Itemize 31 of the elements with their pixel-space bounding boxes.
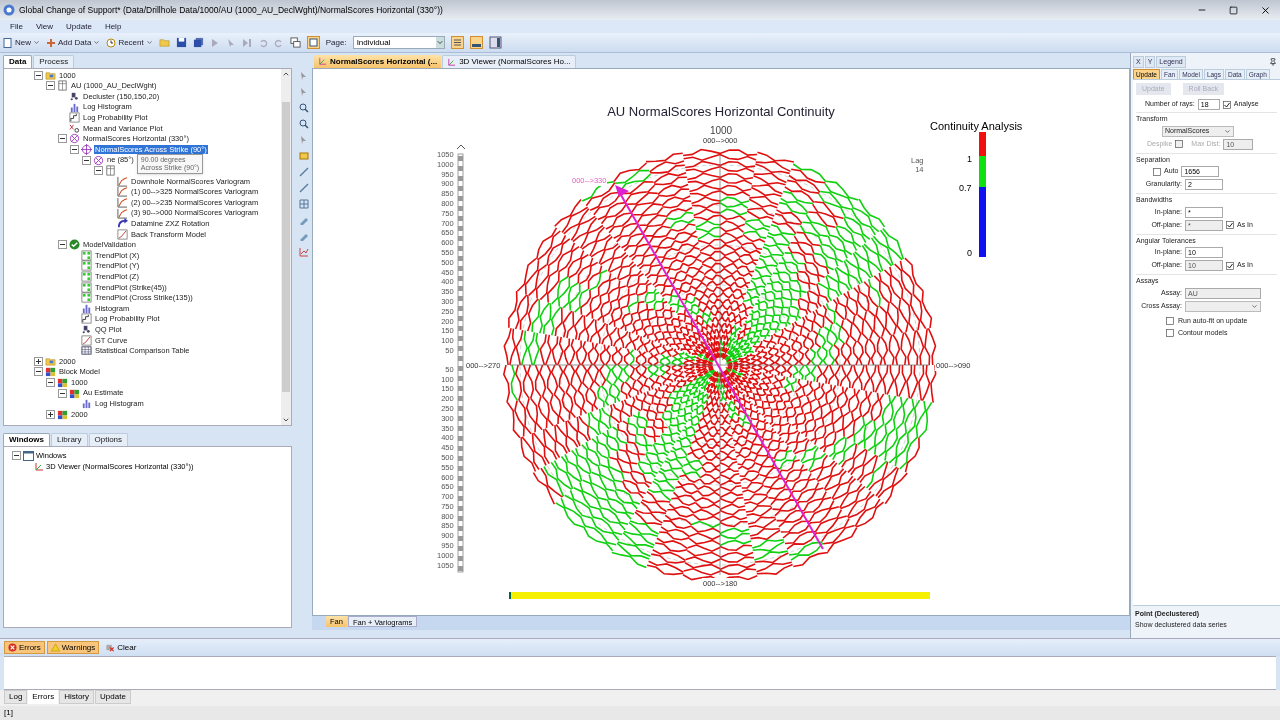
menu-item[interactable]: View [35,20,54,33]
menu-item[interactable]: Help [104,20,122,33]
message-filter-button[interactable]: Clear [101,641,141,654]
document-tab[interactable]: 3D Viewer (NormalScores Ho... [442,55,576,68]
chart-subtitle: 1000 [709,123,733,138]
page-label: Page: [325,36,347,49]
message-filter-button[interactable]: Errors [4,641,45,654]
legend-label: 0.7 [959,182,972,195]
menu-item[interactable]: Update [66,20,92,33]
log-tab[interactable]: History [59,690,95,704]
legend-label: 1 [967,153,972,166]
tab[interactable]: Options [88,433,129,446]
document-tab[interactable]: NormalScores Horizontal (... [314,55,442,68]
toolbar-button[interactable]: Add Data [46,36,101,49]
log-tab[interactable]: Update [95,690,131,704]
toolbar-button[interactable]: New [3,36,40,49]
status-text: [1] [4,707,13,719]
legend-title: Continuity Analysis [930,119,1023,134]
toolbar-button[interactable]: Recent [106,36,153,49]
tab[interactable]: Windows [3,433,51,446]
message-filter-button[interactable]: Warnings [46,641,100,654]
tab[interactable]: Data [3,55,33,68]
legend-label: 0 [967,247,972,260]
tab[interactable]: Library [51,433,88,446]
chart-title: AU NormalScores Horizontal Continuity [607,103,835,121]
log-tab[interactable]: Log [4,690,28,704]
tab[interactable]: Process [33,55,75,68]
page-select[interactable]: Individual [352,36,445,49]
menu-item[interactable]: File [10,20,23,33]
log-tab[interactable]: Errors [28,690,59,704]
window-title: Global Change of Support* (Data/Drillhole Data/1000/AU (1000_AU_DeclWght)/NormalScores Horizontal (330°)) [19,3,444,17]
